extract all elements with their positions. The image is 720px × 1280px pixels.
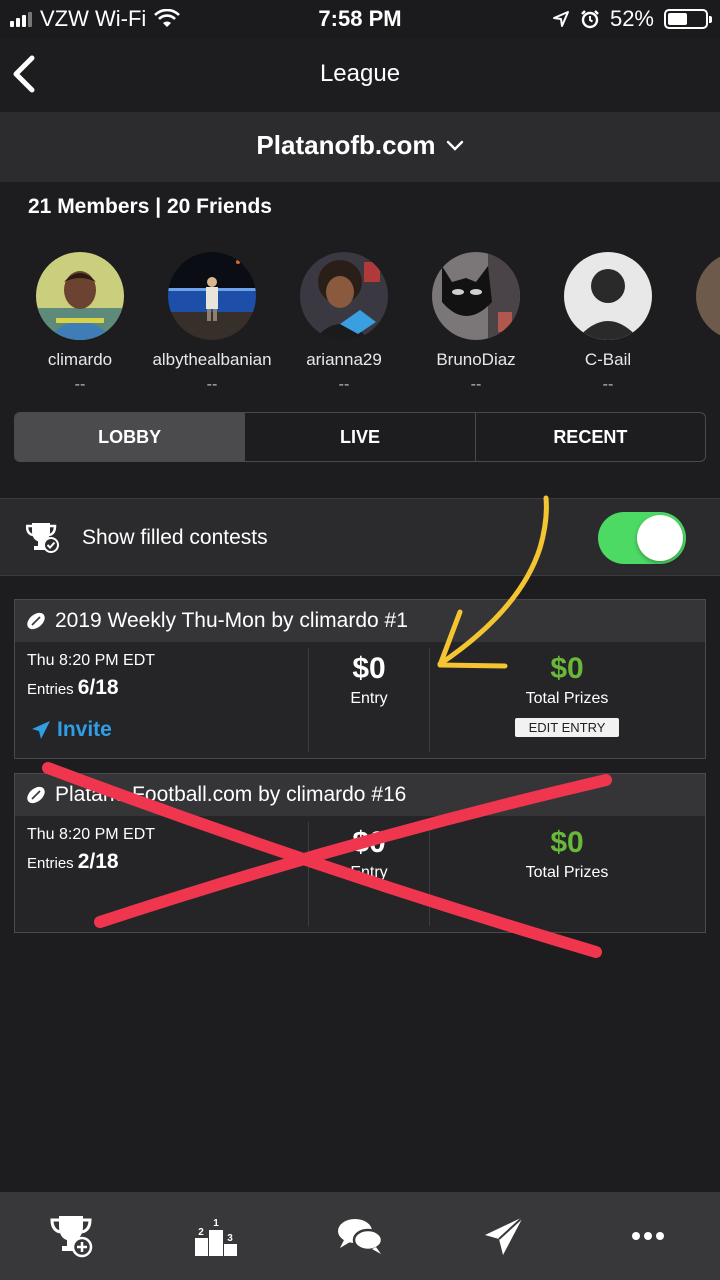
football-icon: [27, 786, 45, 804]
contest-entries: Entries 6/18: [27, 676, 307, 700]
friends-carousel[interactable]: climardo -- albythealbanian -- arianna29…: [0, 252, 720, 402]
entries-label: Entries: [27, 681, 74, 698]
contest-body: Thu 8:20 PM EDT Entries 2/18 $0 Entry $0…: [15, 816, 705, 932]
show-filled-toggle[interactable]: [598, 512, 686, 564]
contest-title: Platano Football.com by climardo #16: [55, 783, 407, 806]
battery-icon: [664, 9, 712, 29]
friend-score: --: [74, 376, 86, 393]
trophy-check-icon: [26, 523, 59, 553]
avatar: [36, 252, 124, 340]
entry-fee: $0: [352, 652, 386, 685]
tab-leaderboard[interactable]: 1 2 3: [144, 1192, 288, 1280]
invite-button[interactable]: Invite: [31, 718, 112, 742]
tab-lobby[interactable]: LOBBY: [15, 413, 246, 461]
contest-tabs: LOBBY LIVE RECENT: [14, 412, 706, 462]
default-avatar-icon: [564, 252, 652, 340]
location-arrow-icon: [552, 11, 569, 27]
friend-score: --: [470, 376, 482, 393]
league-name: Platanofb.com: [256, 130, 436, 160]
tab-messages[interactable]: [432, 1192, 576, 1280]
friend-card[interactable]: C-Bail --: [542, 252, 674, 394]
podium-icon: 1 2 3: [195, 1218, 237, 1256]
entries-count: 6/18: [77, 676, 119, 699]
contest-card[interactable]: 2019 Weekly Thu-Mon by climardo #1 Thu 8…: [14, 599, 706, 759]
contest-time: Thu 8:20 PM EDT: [27, 652, 156, 669]
avatar: [300, 252, 388, 340]
tab-live[interactable]: LIVE: [245, 413, 476, 461]
prize-block: $0 Total Prizes: [429, 826, 705, 882]
page-title: League: [319, 60, 401, 87]
football-icon: [27, 612, 45, 630]
alarm-clock-icon: [581, 10, 599, 29]
friend-name: C-Bail: [584, 350, 632, 369]
friend-name: arianna29: [306, 350, 382, 369]
send-icon: [32, 721, 50, 739]
friend-score: --: [206, 376, 218, 393]
league-bar: Platanofb.com: [0, 112, 720, 182]
prize-block: $0 Total Prizes EDIT ENTRY: [429, 652, 705, 737]
avatar: [696, 252, 720, 340]
show-filled-label: Show filled contests: [82, 526, 268, 549]
chevron-down-icon: [446, 140, 463, 151]
entries-label: Entries: [27, 855, 74, 872]
status-bar: VZW Wi-Fi 7:58 PM 52%: [0, 0, 720, 38]
prizes-label: Total Prizes: [525, 864, 609, 881]
chat-bubbles-icon: [338, 1219, 384, 1254]
prizes-label: Total Prizes: [525, 690, 609, 707]
friend-card[interactable]: BrunoDiaz --: [410, 252, 542, 394]
tab-chat[interactable]: [288, 1192, 432, 1280]
friend-score: --: [338, 376, 350, 393]
more-icon: [632, 1232, 664, 1240]
total-prizes: $0: [550, 652, 584, 685]
members-summary: 21 Members | 20 Friends: [28, 195, 272, 218]
trophy-plus-icon: [50, 1216, 93, 1258]
status-right: 52%: [552, 6, 712, 32]
contest-info: Thu 8:20 PM EDT Entries 2/18: [27, 826, 307, 874]
avatar: [432, 252, 520, 340]
friend-card-partial[interactable]: [674, 252, 720, 340]
total-prizes: $0: [550, 826, 584, 859]
contest-header: Platano Football.com by climardo #16: [15, 774, 705, 816]
contest-body: Thu 8:20 PM EDT Entries 6/18 Invite $0 E…: [15, 642, 705, 758]
contest-card[interactable]: Platano Football.com by climardo #16 Thu…: [14, 773, 706, 933]
tab-more[interactable]: [576, 1192, 720, 1280]
entry-label: Entry: [350, 864, 388, 881]
contest-title: 2019 Weekly Thu-Mon by climardo #1: [55, 609, 408, 632]
bottom-tab-bar: 1 2 3: [0, 1192, 720, 1280]
entry-fee-block: $0 Entry: [309, 652, 429, 708]
show-filled-row: Show filled contests: [0, 498, 720, 576]
svg-text:2: 2: [198, 1227, 204, 1238]
tab-recent[interactable]: RECENT: [476, 413, 705, 461]
svg-text:1: 1: [213, 1218, 219, 1229]
friend-name: BrunoDiaz: [436, 350, 516, 369]
nav-bar: League: [0, 38, 720, 112]
toggle-knob: [637, 515, 683, 561]
entries-count: 2/18: [77, 850, 119, 873]
contest-header: 2019 Weekly Thu-Mon by climardo #1: [15, 600, 705, 642]
entry-label: Entry: [350, 690, 388, 707]
friend-name: albythealbanian: [152, 350, 272, 369]
send-icon: [485, 1216, 524, 1255]
svg-text:3: 3: [227, 1233, 233, 1244]
friend-card[interactable]: albythealbanian --: [146, 252, 278, 394]
friend-score: --: [602, 376, 614, 393]
league-selector[interactable]: Platanofb.com: [0, 130, 720, 161]
friend-card[interactable]: arianna29 --: [278, 252, 410, 394]
tab-contests[interactable]: [0, 1192, 144, 1280]
entry-fee-block: $0 Entry: [309, 826, 429, 882]
entry-fee: $0: [352, 826, 386, 859]
invite-label: Invite: [57, 718, 112, 741]
contest-entries: Entries 2/18: [27, 850, 307, 874]
avatar: [168, 252, 256, 340]
friend-card[interactable]: climardo --: [14, 252, 146, 394]
battery-percent: 52%: [609, 6, 654, 31]
contest-time: Thu 8:20 PM EDT: [27, 826, 156, 843]
friend-name: climardo: [47, 350, 113, 369]
edit-entry-button[interactable]: EDIT ENTRY: [514, 718, 620, 737]
contest-info: Thu 8:20 PM EDT Entries 6/18: [27, 652, 307, 700]
